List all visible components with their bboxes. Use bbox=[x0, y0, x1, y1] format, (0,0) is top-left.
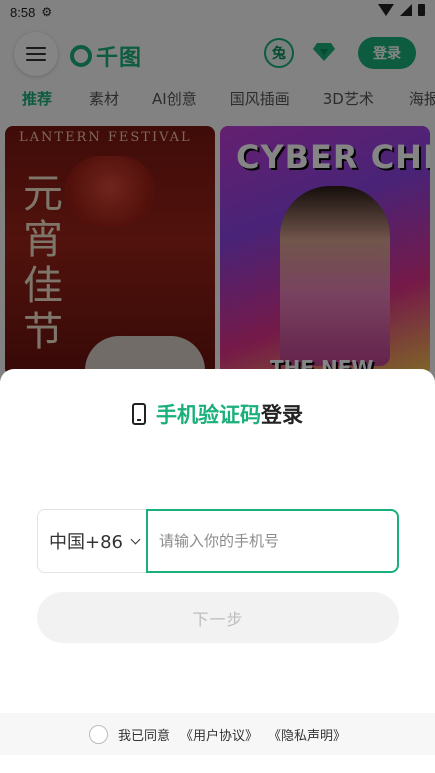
title-rest: 登录 bbox=[261, 403, 303, 427]
privacy-statement-link[interactable]: 《隐私声明》 bbox=[268, 725, 346, 744]
title-highlight: 手机验证码 bbox=[156, 403, 261, 427]
next-step-button[interactable]: 下一步 bbox=[37, 592, 399, 643]
agreement-bar: 我已同意 《用户协议》 《隐私声明》 bbox=[0, 713, 435, 755]
bottom-edge bbox=[0, 755, 435, 773]
phone-number-input[interactable] bbox=[146, 509, 399, 573]
login-bottom-sheet: 手机验证码 登录 中国+86 下一步 我已同意 《用户协议》 《隐私声明》 bbox=[0, 369, 435, 755]
agree-label: 我已同意 bbox=[117, 728, 170, 744]
chevron-down-icon bbox=[130, 534, 141, 544]
phone-icon bbox=[132, 403, 146, 425]
country-code-label: 中国+86 bbox=[49, 532, 123, 553]
agree-checkbox[interactable] bbox=[88, 724, 108, 744]
sheet-title: 手机验证码 登录 bbox=[0, 399, 435, 429]
country-code-selector[interactable]: 中国+86 bbox=[37, 509, 147, 573]
user-agreement-link[interactable]: 《用户协议》 bbox=[180, 725, 258, 744]
